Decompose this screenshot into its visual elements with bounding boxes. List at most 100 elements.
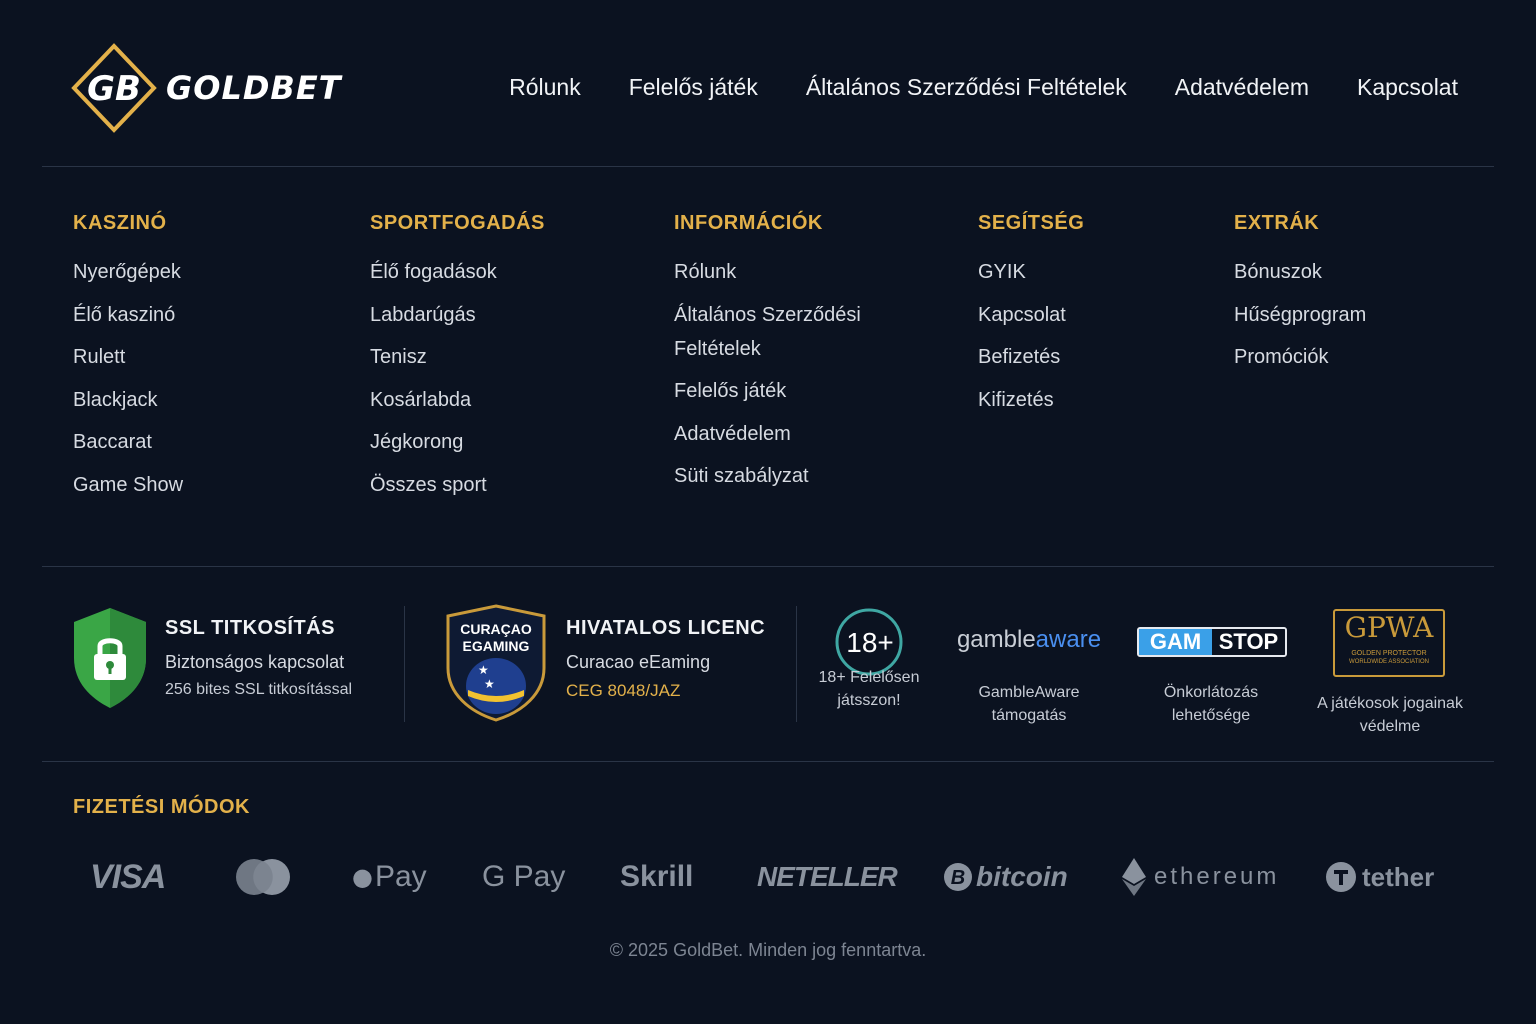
ethereum-logo: ethereum bbox=[1122, 852, 1279, 902]
brand-name: GOLDBET bbox=[166, 69, 342, 107]
license-code: CEG 8048/JAZ bbox=[566, 681, 681, 700]
column-title: INFORMÁCIÓK bbox=[674, 212, 823, 234]
link-terms[interactable]: Általános Szerződési Feltételek bbox=[674, 304, 861, 360]
link-faq[interactable]: GYIK bbox=[978, 261, 1026, 283]
bitcoin-icon: B bbox=[944, 863, 972, 891]
link-live-casino[interactable]: Élő kaszinó bbox=[73, 304, 175, 326]
tether-logo: tether bbox=[1326, 852, 1434, 902]
column-information: INFORMÁCIÓK Rólunk Általános Szerződési … bbox=[674, 212, 884, 502]
link-blackjack[interactable]: Blackjack bbox=[73, 389, 157, 411]
link-privacy[interactable]: Adatvédelem bbox=[674, 423, 791, 445]
seal-line-2: EGAMING bbox=[463, 638, 530, 654]
column-casino: KASZINÓ Nyerőgépek Élő kaszinó Rulett Bl… bbox=[73, 212, 183, 510]
ssl-detail: 256 bites SSL titkosítással bbox=[165, 681, 353, 698]
gamstop-mark-a: GAM bbox=[1139, 629, 1212, 655]
visa-logo: VISA bbox=[90, 857, 166, 896]
badge-separator bbox=[796, 606, 797, 722]
gambleaware-logo[interactable]: gambleaware bbox=[944, 626, 1114, 654]
logo-monogram: GB bbox=[87, 69, 141, 109]
caption-line: lehetősége bbox=[1171, 707, 1251, 724]
link-game-show[interactable]: Game Show bbox=[73, 474, 183, 496]
license-badge: HIVATALOS LICENC Curacao eEaming CEG 804… bbox=[566, 617, 765, 701]
link-cookie-policy[interactable]: Süti szabályzat bbox=[674, 465, 809, 487]
age-mark: 18+ bbox=[846, 627, 894, 658]
topnav-responsible-gaming[interactable]: Felelős játék bbox=[629, 74, 758, 101]
caption-line: támogatás bbox=[991, 707, 1067, 724]
svg-text:B: B bbox=[951, 867, 965, 889]
link-baccarat[interactable]: Baccarat bbox=[73, 431, 152, 453]
link-football[interactable]: Labdarúgás bbox=[370, 304, 476, 326]
ssl-badge: SSL TITKOSÍTÁS Biztonságos kapcsolat 256… bbox=[165, 617, 352, 699]
link-live-betting[interactable]: Élő fogadások bbox=[370, 261, 497, 283]
gpwa-mark: GPWA bbox=[1344, 611, 1434, 644]
license-subtitle: Curacao eEaming bbox=[566, 652, 711, 672]
ethereum-icon bbox=[1122, 858, 1146, 896]
gpwa-logo[interactable]: GPWA GOLDEN PROTECTOR WORLDWIDE ASSOCIAT… bbox=[1333, 609, 1445, 677]
link-slots[interactable]: Nyerőgépek bbox=[73, 261, 181, 283]
divider bbox=[42, 761, 1494, 762]
ssl-shield-icon bbox=[70, 606, 150, 715]
caption-line: játsszon! bbox=[837, 692, 901, 709]
column-title: SEGÍTSÉG bbox=[978, 212, 1085, 234]
svg-text:★: ★ bbox=[478, 663, 489, 677]
curacao-seal-icon[interactable]: CURAÇAO EGAMING ★ ★ bbox=[444, 604, 548, 727]
apple-pay-text: Pay bbox=[374, 860, 427, 893]
age-caption: 18+ Felelősen játsszon! bbox=[806, 666, 932, 712]
link-basketball[interactable]: Kosárlabda bbox=[370, 389, 471, 411]
link-roulette[interactable]: Rulett bbox=[73, 346, 125, 368]
gpwa-mark-sub: GOLDEN PROTECTOR bbox=[1351, 650, 1427, 657]
topnav-contact[interactable]: Kapcsolat bbox=[1357, 74, 1458, 101]
column-help: SEGÍTSÉG GYIK Kapcsolat Befizetés Kifize… bbox=[978, 212, 1084, 425]
apple-pay-logo: ● Pay bbox=[352, 852, 427, 902]
svg-text:★: ★ bbox=[484, 677, 495, 691]
copyright: © 2025 GoldBet. Minden jog fenntartva. bbox=[609, 940, 927, 960]
tether-icon bbox=[1326, 862, 1356, 892]
gpwa-caption: A játékosok jogainak védelme bbox=[1300, 692, 1480, 738]
caption-line: 18+ Felelősen bbox=[818, 669, 920, 686]
tether-text: tether bbox=[1362, 861, 1435, 892]
link-tennis[interactable]: Tenisz bbox=[370, 346, 427, 368]
gamstop-mark-b: STOP bbox=[1212, 629, 1285, 655]
footer-header: GB GOLDBET Rólunk Felelős játék Általáno… bbox=[0, 0, 1536, 166]
link-promotions[interactable]: Promóciók bbox=[1234, 346, 1328, 368]
license-title: HIVATALOS LICENC bbox=[566, 617, 766, 639]
seal-line-1: CURAÇAO bbox=[460, 621, 532, 637]
topnav-about[interactable]: Rólunk bbox=[509, 74, 581, 101]
ssl-subtitle: Biztonságos kapcsolat bbox=[165, 652, 345, 672]
gambleaware-mark-b: aware bbox=[1035, 626, 1102, 653]
column-title: KASZINÓ bbox=[73, 212, 167, 234]
neteller-logo: NETELLER bbox=[757, 861, 898, 892]
caption-line: Önkorlátozás bbox=[1163, 684, 1259, 701]
bitcoin-logo: B bitcoin bbox=[944, 852, 1068, 902]
badge-separator bbox=[404, 606, 405, 722]
apple-icon: ● bbox=[352, 863, 373, 891]
link-responsible-gaming[interactable]: Felelős játék bbox=[674, 380, 786, 402]
gambleaware-caption: GambleAware támogatás bbox=[944, 681, 1114, 727]
payments-title: FIZETÉSI MÓDOK bbox=[73, 796, 250, 818]
link-all-sports[interactable]: Összes sport bbox=[370, 474, 487, 496]
gamstop-caption: Önkorlátozás lehetősége bbox=[1130, 681, 1292, 727]
logo-diamond-icon: GB bbox=[68, 42, 160, 134]
gambleaware-mark-a: gamble bbox=[956, 626, 1036, 653]
divider bbox=[42, 566, 1494, 567]
link-contact[interactable]: Kapcsolat bbox=[978, 304, 1066, 326]
mastercard-logo bbox=[235, 852, 291, 902]
column-extras: EXTRÁK Bónuszok Hűségprogram Promóciók bbox=[1234, 212, 1366, 383]
link-bonuses[interactable]: Bónuszok bbox=[1234, 261, 1322, 283]
link-about[interactable]: Rólunk bbox=[674, 261, 736, 283]
link-withdrawal[interactable]: Kifizetés bbox=[978, 389, 1054, 411]
topnav-terms[interactable]: Általános Szerződési Feltételek bbox=[806, 74, 1127, 101]
divider bbox=[42, 166, 1494, 167]
skrill-logo: Skrill bbox=[620, 860, 694, 893]
link-loyalty-program[interactable]: Hűségprogram bbox=[1234, 304, 1366, 326]
ethereum-text: ethereum bbox=[1154, 863, 1280, 890]
gpwa-mark-sub: WORLDWIDE ASSOCIATION bbox=[1349, 659, 1429, 665]
caption-line: A játékosok jogainak bbox=[1317, 695, 1463, 712]
gamstop-logo[interactable]: GAM STOP bbox=[1137, 627, 1287, 657]
column-sports: SPORTFOGADÁS Élő fogadások Labdarúgás Te… bbox=[370, 212, 545, 510]
link-deposit[interactable]: Befizetés bbox=[978, 346, 1060, 368]
link-ice-hockey[interactable]: Jégkorong bbox=[370, 431, 463, 453]
ssl-title: SSL TITKOSÍTÁS bbox=[165, 617, 335, 639]
logo-link[interactable]: GB GOLDBET bbox=[68, 42, 342, 134]
topnav-privacy[interactable]: Adatvédelem bbox=[1175, 74, 1309, 101]
